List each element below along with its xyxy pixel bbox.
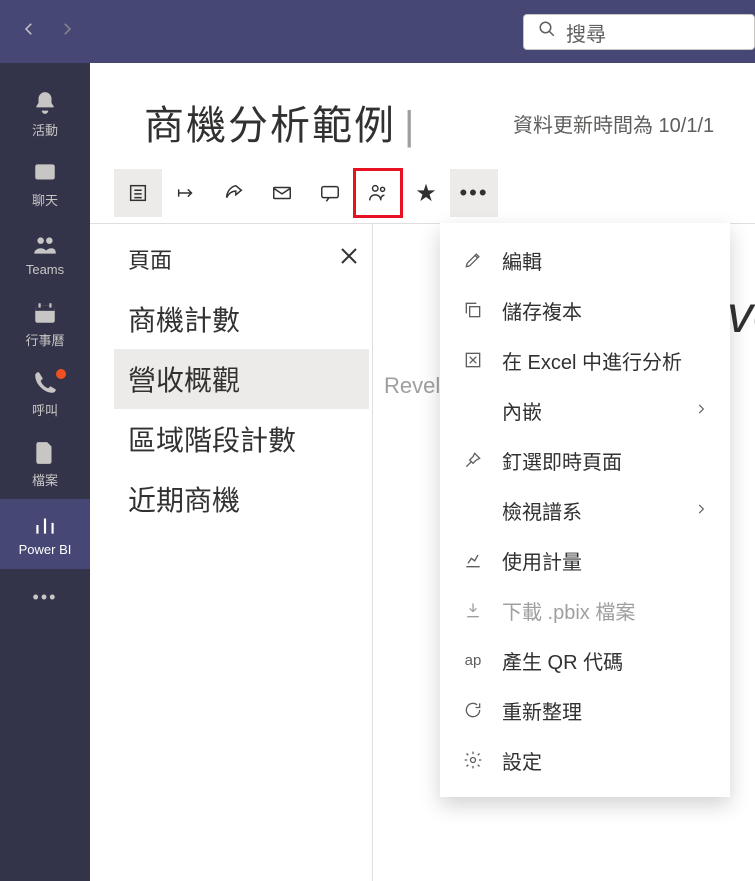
rail-calls[interactable]: 呼叫	[0, 359, 90, 429]
search-icon	[538, 20, 556, 44]
chevron-right-icon	[694, 499, 708, 522]
menu-embed[interactable]: 內嵌	[440, 385, 730, 435]
chart-icon	[462, 550, 484, 570]
search-box[interactable]: 搜尋	[523, 14, 755, 50]
gear-icon	[462, 750, 484, 770]
menu-usage-metrics[interactable]: 使用計量	[440, 535, 730, 585]
chevron-right-icon	[694, 399, 708, 422]
notification-dot	[56, 369, 66, 379]
menu-pin-live[interactable]: 釘選即時頁面	[440, 435, 730, 485]
menu-edit[interactable]: 編輯	[440, 235, 730, 285]
rail-teams[interactable]: Teams	[0, 219, 90, 289]
report-toolbar: ★ •••	[114, 169, 498, 217]
menu-lineage[interactable]: 檢視譜系	[440, 485, 730, 535]
content-area: 商機分析範例 資料更新時間為 10/1/1 ★ ••• Revel ve 頁面	[90, 63, 755, 881]
more-options-button[interactable]: •••	[450, 169, 498, 217]
nav-forward-button[interactable]	[58, 20, 76, 43]
pin-icon	[462, 450, 484, 470]
app-rail: 活動 聊天 Teams 行事曆 呼叫 檔案 Power BI •••	[0, 63, 90, 881]
rail-activity[interactable]: 活動	[0, 79, 90, 149]
page-item[interactable]: 營收概觀	[114, 349, 369, 409]
menu-settings[interactable]: 設定	[440, 735, 730, 785]
rail-more-button[interactable]: •••	[33, 577, 58, 617]
rail-powerbi[interactable]: Power BI	[0, 499, 90, 569]
menu-download-pbix: 下載 .pbix 檔案	[440, 585, 730, 635]
pencil-icon	[462, 250, 484, 270]
menu-save-copy[interactable]: 儲存複本	[440, 285, 730, 335]
report-title: 商機分析範例	[144, 93, 416, 151]
page-item[interactable]: 近期商機	[114, 469, 369, 529]
rail-files[interactable]: 檔案	[0, 429, 90, 499]
nav-back-button[interactable]	[20, 20, 38, 43]
download-icon	[462, 600, 484, 620]
data-refresh-label: 資料更新時間為 10/1/1	[513, 109, 714, 138]
favorite-button[interactable]: ★	[402, 169, 450, 217]
menu-qr-code[interactable]: ap 產生 QR 代碼	[440, 635, 730, 685]
share-button[interactable]	[210, 169, 258, 217]
title-bar: 搜尋	[0, 0, 755, 63]
excel-icon	[462, 350, 484, 370]
menu-analyze-excel[interactable]: 在 Excel 中進行分析	[440, 335, 730, 385]
background-ve: ve	[727, 285, 755, 345]
subscribe-button[interactable]	[258, 169, 306, 217]
close-pages-button[interactable]	[337, 244, 361, 274]
pages-heading: 頁面	[128, 243, 172, 275]
view-pages-button[interactable]	[114, 169, 162, 217]
page-item[interactable]: 區域階段計數	[114, 409, 369, 469]
copy-icon	[462, 300, 484, 320]
page-item[interactable]: 商機計數	[114, 289, 369, 349]
export-button[interactable]	[162, 169, 210, 217]
teams-chat-button[interactable]	[354, 169, 402, 217]
pages-panel: 頁面 商機計數 營收概觀 區域階段計數 近期商機	[114, 243, 369, 529]
search-placeholder: 搜尋	[566, 18, 606, 47]
menu-refresh[interactable]: 重新整理	[440, 685, 730, 735]
background-text: Revel	[384, 373, 440, 399]
more-options-menu: 編輯 儲存複本 在 Excel 中進行分析 內嵌 釘選即時頁面 檢視譜系 使用計…	[440, 223, 730, 797]
vertical-divider	[372, 223, 373, 881]
refresh-icon	[462, 700, 484, 720]
qr-icon: ap	[462, 652, 484, 669]
rail-calendar[interactable]: 行事曆	[0, 289, 90, 359]
comment-button[interactable]	[306, 169, 354, 217]
rail-chat[interactable]: 聊天	[0, 149, 90, 219]
